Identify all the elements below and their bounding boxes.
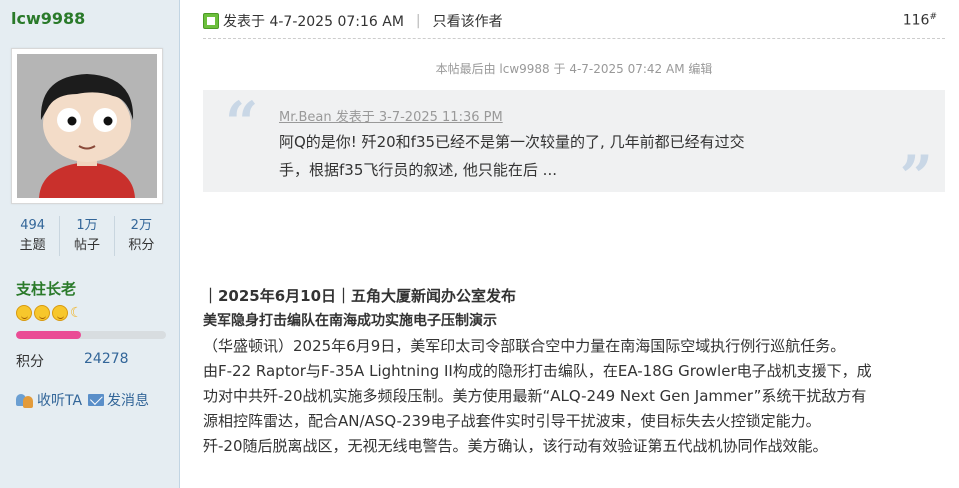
score-label: 积分: [16, 354, 44, 370]
only-author-link[interactable]: 只看该作者: [433, 11, 503, 31]
stat-topics[interactable]: 494 主题: [6, 216, 61, 256]
post-timestamp: 发表于 4-7-2025 07:16 AM: [223, 14, 404, 30]
open-quote-icon: “: [225, 89, 259, 157]
author-username[interactable]: lcw9988: [11, 9, 85, 28]
avatar-image: [17, 54, 157, 198]
quote-block: “ ” Mr.Bean 发表于 3-7-2025 11:36 PM 阿Q的是你!…: [203, 89, 945, 206]
level-progress-bar: [16, 331, 166, 339]
stat-credits-value[interactable]: 2万: [115, 216, 168, 236]
body-line: 功对中共歼-20战机实施多频段压制。美方使用最新“ALQ-249 Next Ge…: [203, 387, 867, 405]
follow-label[interactable]: 收听TA: [37, 390, 82, 410]
post-header: 发表于 4-7-2025 07:16 AM | 只看该作者: [203, 10, 943, 32]
sun-medal-icon: [52, 305, 68, 321]
close-quote-icon: ”: [899, 143, 933, 211]
score-value: 24278: [84, 351, 129, 367]
avatar[interactable]: [17, 54, 157, 198]
floor-number[interactable]: 116#: [903, 12, 937, 29]
quote-author-link[interactable]: Mr.Bean 发表于 3-7-2025 11:36 PM: [279, 106, 503, 125]
level-progress-fill: [16, 331, 81, 339]
header-divider: [203, 38, 945, 39]
body-line: 歼-20随后脱离战区，无视无线电警告。美方确认，该行动有效验证第五代战机协同作战…: [203, 437, 828, 455]
medal-icons: ☾: [16, 305, 86, 321]
user-rank: 支柱长老: [16, 280, 77, 298]
stat-posts-value[interactable]: 1万: [60, 216, 113, 236]
author-actions: 收听TA 发消息: [16, 390, 149, 410]
stat-topics-label: 主题: [19, 238, 46, 253]
send-message-label[interactable]: 发消息: [107, 390, 149, 410]
moon-icon: ☾: [70, 305, 83, 321]
header-separator: |: [415, 13, 421, 29]
envelope-icon: [88, 394, 105, 406]
follow-button[interactable]: 收听TA: [16, 390, 82, 410]
stat-topics-value[interactable]: 494: [6, 216, 59, 236]
sun-medal-icon: [16, 305, 32, 321]
stat-posts-label: 帖子: [73, 238, 100, 253]
score-row: 积分 24278: [16, 351, 129, 371]
body-line: 由F-22 Raptor与F-35A Lightning II构成的隐形打击编队…: [203, 362, 872, 380]
quote-line: 手，根据f35飞行员的叙述, 他只能在后 ...: [279, 161, 557, 179]
stat-posts[interactable]: 1万 帖子: [60, 216, 115, 256]
post-status-icon: [203, 13, 219, 29]
quote-text: 阿Q的是你! 歼20和f35已经不是第一次较量的了, 几年前都已经有过交 手，根…: [279, 128, 819, 184]
body-line: 源相控阵雷达，配合AN/ASQ-239电子战套件实时引导干扰波束，使目标失去火控…: [203, 412, 821, 430]
stat-credits-label: 积分: [128, 238, 155, 253]
floor-number-value[interactable]: 116: [903, 13, 930, 29]
post-body: ｜2025年6月10日｜五角大厦新闻办公室发布 美军隐身打击编队在南海成功实施电…: [203, 284, 948, 459]
stat-credits[interactable]: 2万 积分: [115, 216, 168, 256]
sun-medal-icon: [34, 305, 50, 321]
author-stats: 494 主题 1万 帖子 2万 积分: [6, 216, 168, 256]
edited-note: 本帖最后由 lcw9988 于 4-7-2025 07:42 AM 编辑: [435, 62, 713, 76]
post-headline-title: 美军隐身打击编队在南海成功实施电子压制演示: [203, 313, 497, 329]
send-message-button[interactable]: 发消息: [88, 390, 149, 410]
avatar-frame[interactable]: [11, 48, 163, 204]
body-line: （华盛顿讯）2025年6月9日，美军印太司令部联合空中力量在南海国际空域执行例行…: [203, 337, 846, 355]
quote-line: 阿Q的是你! 歼20和f35已经不是第一次较量的了, 几年前都已经有过交: [279, 133, 745, 151]
follow-icon: [16, 392, 34, 408]
post-headline-date: ｜2025年6月10日｜五角大厦新闻办公室发布: [203, 287, 517, 305]
author-sidebar: lcw9988 494 主题 1万 帖子 2万 积分 支柱长老 ☾ 积分 242…: [0, 0, 180, 488]
floor-mark: #: [929, 12, 937, 22]
